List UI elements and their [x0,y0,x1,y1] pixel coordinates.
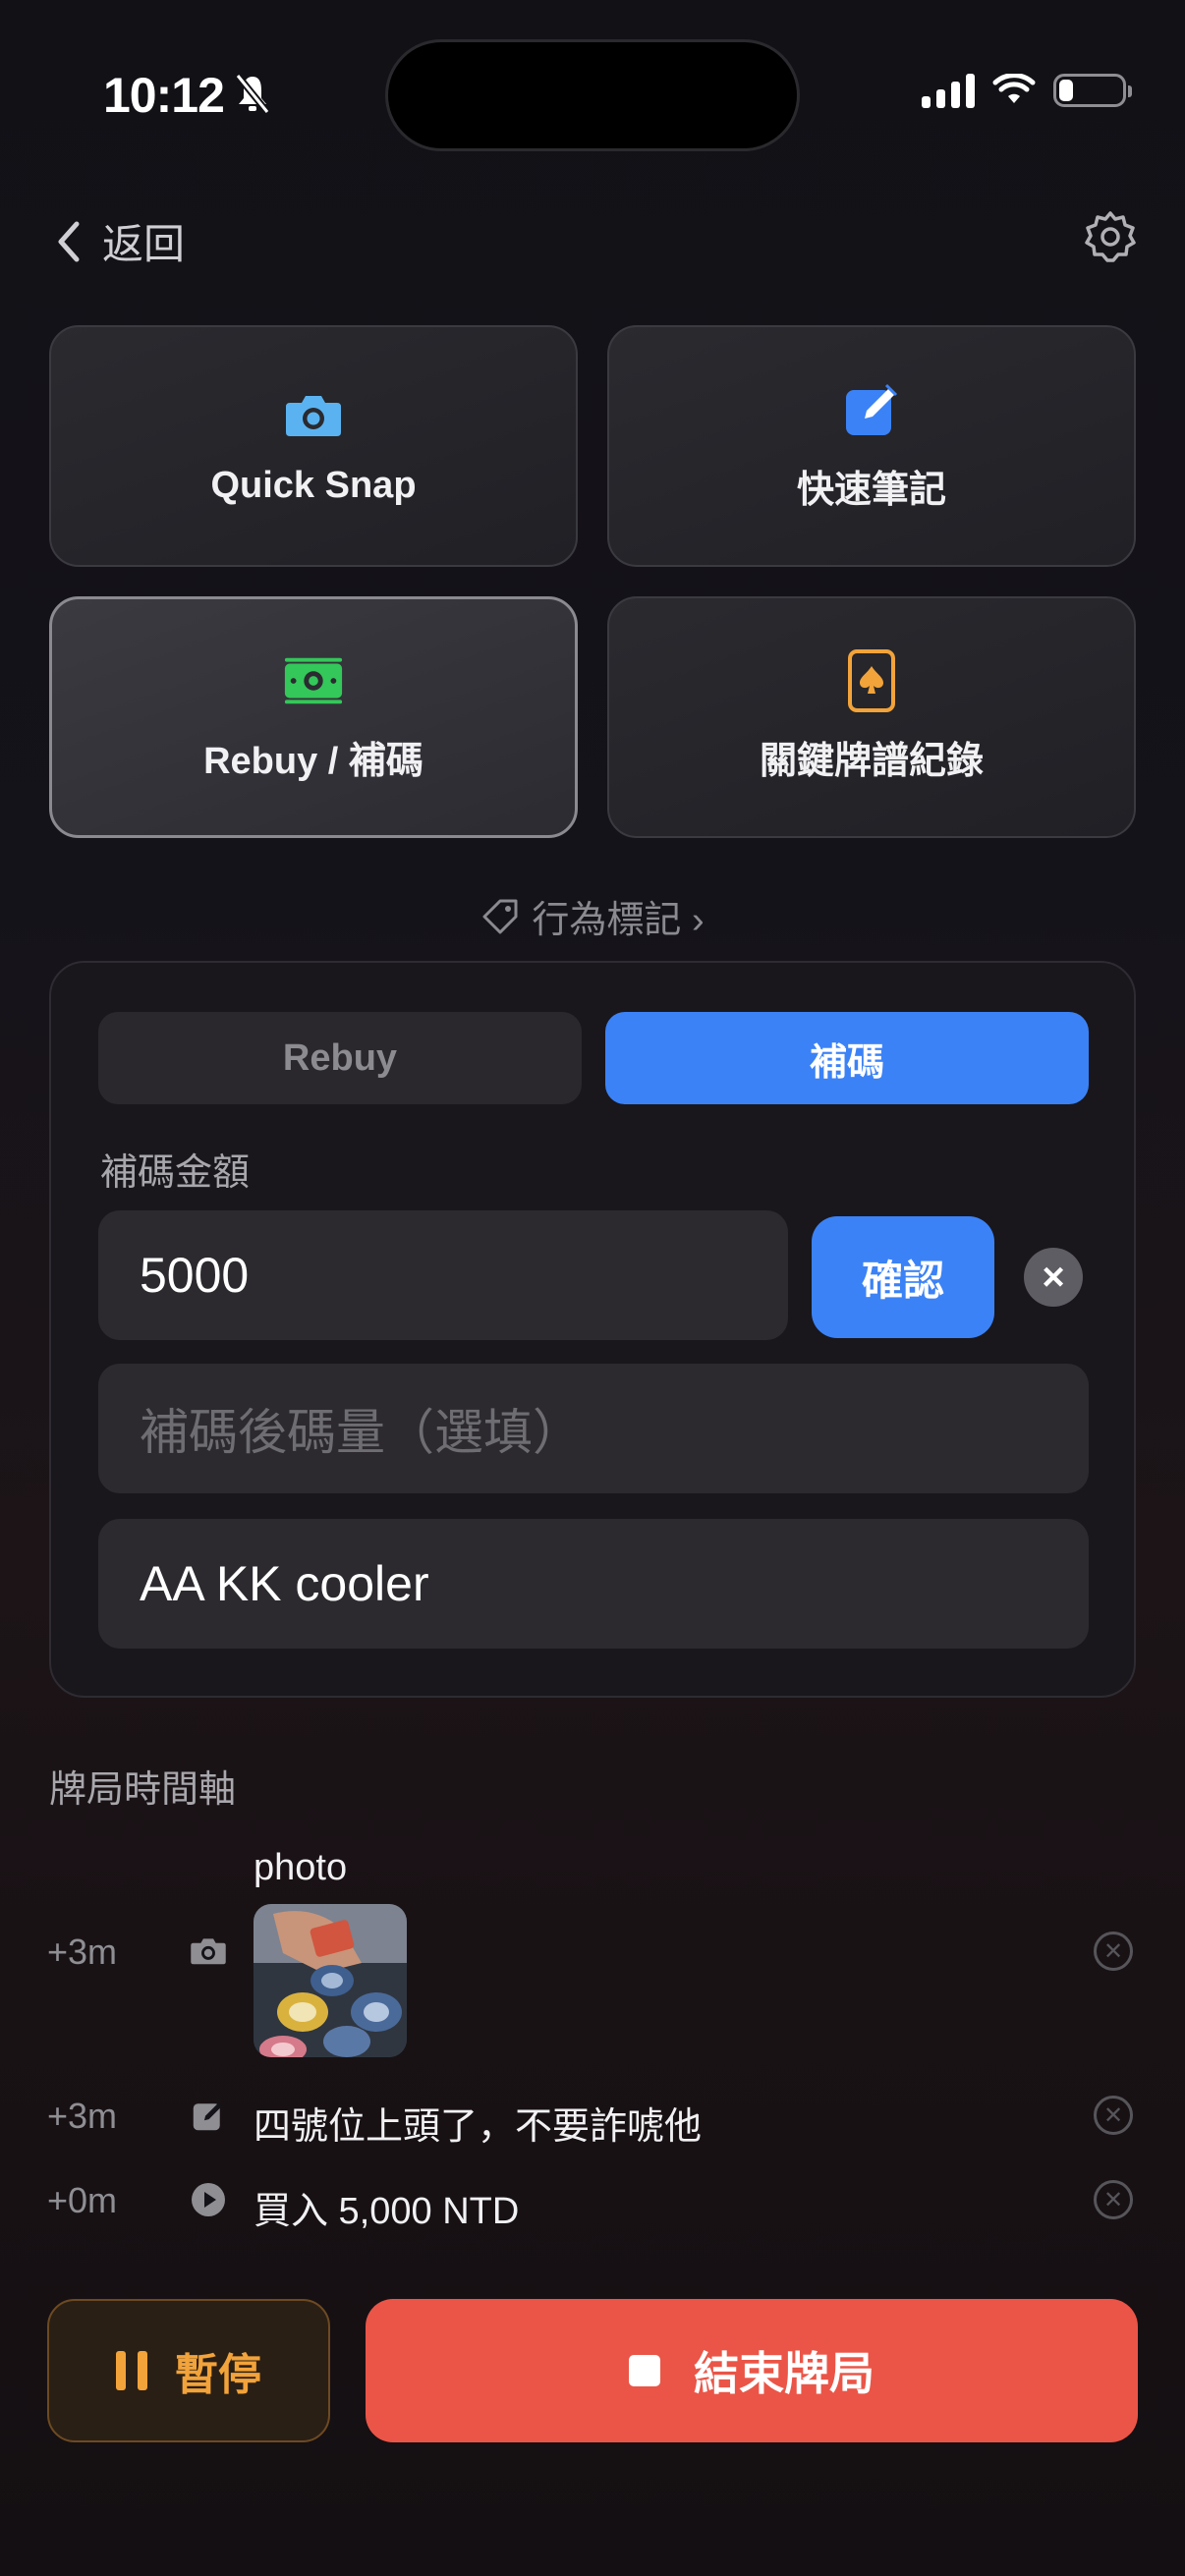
timeline-time: +0m [47,2180,118,2220]
note-value: AA KK cooler [140,1556,429,1611]
quick-note-button[interactable]: 快速筆記 [607,325,1136,567]
timeline-text: 買入 5,000 NTD [254,2191,520,2232]
delete-entry-icon[interactable]: ✕ [1094,2180,1133,2219]
stack-after-input[interactable]: 補碼後碼量（選填） [98,1364,1089,1493]
camera-icon [282,386,345,445]
tile-label: 快速筆記 [796,469,946,511]
back-label: 返回 [102,221,186,267]
timeline-title: 牌局時間軸 [49,1769,237,1811]
topup-panel: Rebuy 補碼 補碼金額 5000 確認 × 補碼後碼量（選填） AA KK … [49,961,1136,1698]
timeline-time: +3m [47,2096,118,2136]
note-edit-icon [189,2096,228,2135]
delete-entry-icon[interactable]: ✕ [1094,1932,1133,1971]
wifi-icon [992,73,1036,107]
cash-icon [282,651,345,710]
behavior-tag-label: 行為標記 › [532,900,705,941]
end-session-button[interactable]: 結束牌局 [366,2299,1138,2442]
timeline-time: +3m [47,1932,118,1972]
rebuy-topup-button[interactable]: Rebuy / 補碼 [49,596,578,838]
segment-rebuy[interactable]: Rebuy [98,1012,582,1104]
amount-value: 5000 [140,1248,250,1303]
amount-input[interactable]: 5000 [98,1210,788,1340]
status-time: 10:12 [103,68,225,123]
signal-icon [922,73,975,108]
key-hand-record-button[interactable]: 關鍵牌譜紀錄 [607,596,1136,838]
quick-snap-button[interactable]: Quick Snap [49,325,578,567]
confirm-button[interactable]: 確認 [812,1216,994,1338]
tile-label: Rebuy / 補碼 [203,740,423,782]
dynamic-island [385,39,800,151]
pause-button[interactable]: 暫停 [47,2299,330,2442]
pause-icon [116,2351,147,2390]
photo-entry-label: photo [254,1847,348,1888]
battery-icon [1053,74,1132,107]
settings-gear-icon[interactable] [1083,209,1138,264]
play-icon [189,2180,228,2219]
back-button[interactable]: 返回 [57,211,185,271]
spade-card-icon [840,648,903,712]
note-edit-icon [840,380,903,439]
tile-label: 關鍵牌譜紀錄 [759,740,984,782]
status-indicators [922,73,1132,108]
behavior-tag-link[interactable]: 行為標記 › [0,889,1185,943]
end-session-label: 結束牌局 [694,2348,875,2399]
stop-icon [629,2355,660,2386]
timeline-text: 四號位上頭了，不要詐唬他 [254,2106,703,2148]
camera-icon [189,1932,228,1971]
segment-topup[interactable]: 補碼 [605,1012,1089,1104]
chevron-left-icon [58,221,80,261]
stack-after-placeholder: 補碼後碼量（選填） [140,1405,582,1460]
tag-icon [482,899,518,933]
pause-label: 暫停 [175,2351,261,2399]
amount-label: 補碼金額 [100,1152,251,1194]
photo-thumbnail[interactable] [254,1904,407,2057]
mute-icon [235,73,270,115]
tile-label: Quick Snap [210,464,417,506]
note-input[interactable]: AA KK cooler [98,1519,1089,1649]
clear-icon[interactable]: × [1024,1248,1083,1307]
delete-entry-icon[interactable]: ✕ [1094,2096,1133,2135]
